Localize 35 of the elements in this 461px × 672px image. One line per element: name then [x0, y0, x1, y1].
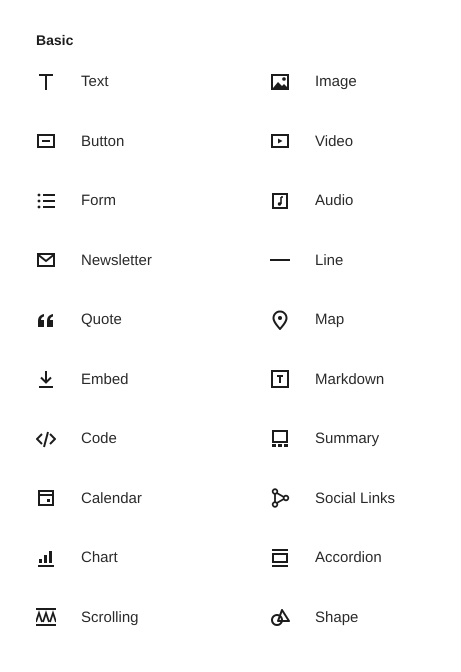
- download-icon: [36, 369, 56, 390]
- block-option[interactable]: Scrolling: [81, 608, 139, 626]
- music-note-icon: [270, 190, 290, 211]
- block-option[interactable]: Button: [81, 132, 124, 150]
- summary-icon: [270, 428, 290, 449]
- block-option[interactable]: Social Links: [315, 490, 396, 507]
- accordion-icon: [270, 548, 290, 568]
- block-option[interactable]: Summary: [315, 430, 380, 448]
- block-option[interactable]: Accordion: [315, 549, 382, 566]
- block-option[interactable]: Shape: [315, 608, 358, 626]
- block-option[interactable]: Text: [81, 73, 109, 90]
- section-heading: Basic: [36, 31, 74, 49]
- block-option[interactable]: Calendar: [81, 490, 142, 507]
- shapes-icon: [270, 607, 290, 628]
- block-option[interactable]: Line: [315, 252, 344, 269]
- map-pin-icon: [270, 310, 290, 330]
- markdown-icon: [270, 369, 290, 390]
- block-option[interactable]: Form: [81, 192, 116, 210]
- block-option[interactable]: Video: [315, 132, 354, 150]
- block-option[interactable]: Image: [315, 73, 357, 90]
- list-icon: [36, 190, 56, 211]
- share-nodes-icon: [270, 488, 290, 508]
- marquee-icon: [36, 607, 56, 628]
- block-option[interactable]: Chart: [81, 549, 118, 566]
- line-icon: [270, 259, 290, 262]
- block-option[interactable]: Embed: [81, 370, 129, 388]
- block-option[interactable]: Quote: [81, 311, 122, 328]
- block-option[interactable]: Markdown: [315, 370, 384, 388]
- image-icon: [270, 72, 290, 92]
- block-option[interactable]: Code: [81, 430, 117, 448]
- block-option[interactable]: Newsletter: [81, 252, 152, 269]
- block-option[interactable]: Map: [315, 311, 344, 328]
- calendar-icon: [36, 488, 56, 508]
- block-option[interactable]: Audio: [315, 192, 354, 210]
- text-icon: [36, 72, 56, 92]
